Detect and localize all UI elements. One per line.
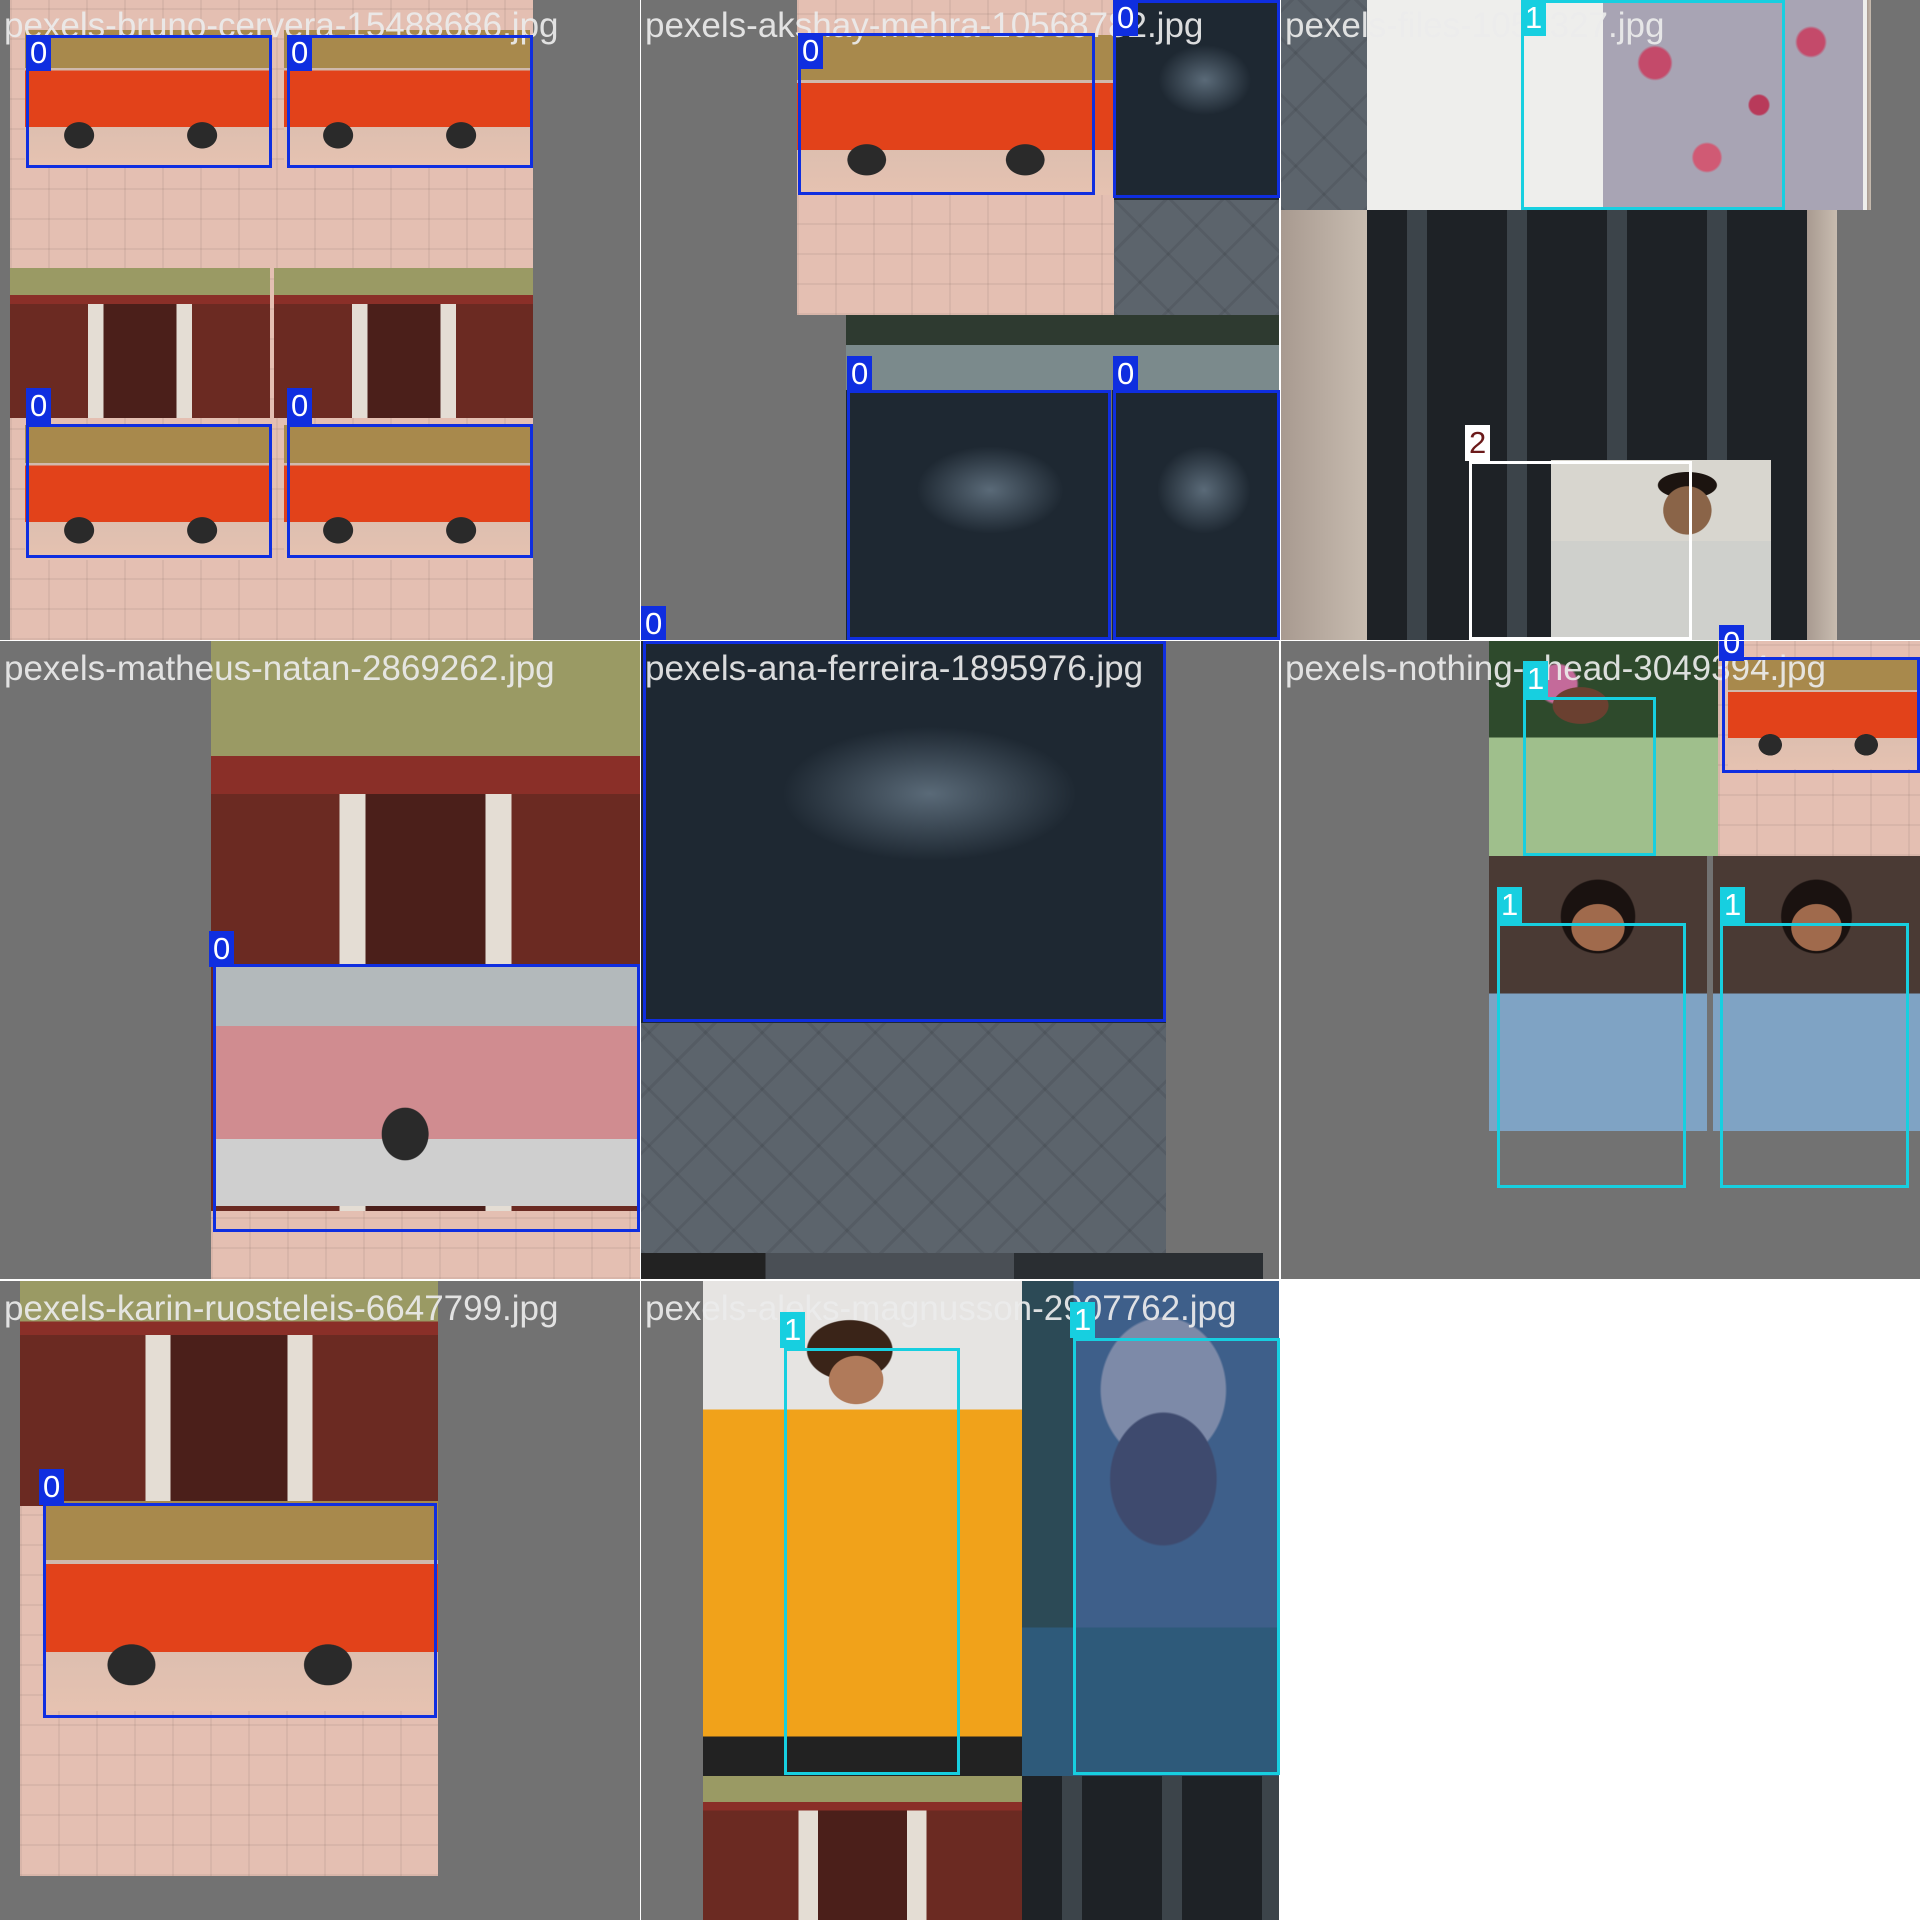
bbox-car — [287, 424, 533, 558]
bbox-person — [784, 1348, 960, 1775]
bbox-other — [1469, 461, 1692, 640]
bbox-class-label: 0 — [798, 33, 824, 69]
bbox-class-label: 0 — [287, 35, 313, 71]
tile-photo — [1807, 210, 1837, 640]
bbox-car — [26, 35, 272, 168]
bbox-class-label: 1 — [1521, 0, 1547, 36]
bbox-car — [26, 424, 272, 558]
tile-filename: pexels-aleks-magnusson-2907762.jpg — [645, 1289, 1237, 1328]
bbox-person — [1521, 0, 1785, 210]
tile-photo — [846, 315, 1279, 390]
bbox-car — [213, 964, 640, 1232]
tile-photo — [1022, 1776, 1279, 1920]
bbox-person — [1073, 1338, 1280, 1775]
bbox-class-label: 1 — [780, 1312, 806, 1348]
bbox-car — [287, 35, 533, 168]
bbox-class-label: 0 — [209, 931, 235, 967]
bbox-class-label: 0 — [1113, 0, 1139, 36]
bbox-person — [1720, 923, 1909, 1188]
bbox-class-label: 1 — [1497, 887, 1523, 923]
tile-photo — [703, 1776, 1022, 1920]
bbox-car — [847, 390, 1111, 640]
tile-photo — [641, 1023, 1166, 1253]
bbox-class-label: 0 — [1113, 356, 1139, 392]
tile-filename: pexels-matheus-natan-2869262.jpg — [4, 649, 555, 688]
tile-photo — [1281, 210, 1367, 640]
grid-separator — [640, 0, 641, 1920]
bbox-person — [1523, 697, 1656, 856]
bbox-car — [1722, 657, 1920, 773]
bbox-class-label: 1 — [1070, 1302, 1096, 1338]
bbox-car — [43, 1503, 437, 1718]
tile-photo — [1114, 200, 1279, 315]
bbox-class-label: 0 — [287, 388, 313, 424]
bbox-class-label: 0 — [847, 356, 873, 392]
bbox-class-label: 0 — [26, 388, 52, 424]
augmentation-mosaic: pexels-bruno-cervera-15488686.jpg 0 0 0 … — [0, 0, 1920, 1920]
curtain-image — [1867, 0, 1871, 210]
bbox-class-label: 2 — [1465, 425, 1491, 461]
bbox-class-label: 0 — [39, 1469, 65, 1505]
bbox-class-label: 0 — [1719, 625, 1745, 661]
courtyard-image — [274, 268, 533, 418]
tile-photo — [641, 1253, 1263, 1279]
grid-separator — [0, 1280, 1280, 1281]
bbox-class-label: 1 — [1720, 887, 1746, 923]
grid-separator — [0, 640, 1920, 641]
bbox-person — [1497, 923, 1686, 1188]
bbox-class-label: 1 — [1523, 661, 1549, 697]
bbox-class-label: 0 — [641, 606, 667, 642]
bbox-car — [643, 641, 1166, 1022]
tile-filename: pexels-karin-ruosteleis-6647799.jpg — [4, 1289, 559, 1328]
bbox-class-label: 0 — [26, 35, 52, 71]
bbox-car — [798, 33, 1095, 195]
bbox-car — [1113, 390, 1280, 640]
